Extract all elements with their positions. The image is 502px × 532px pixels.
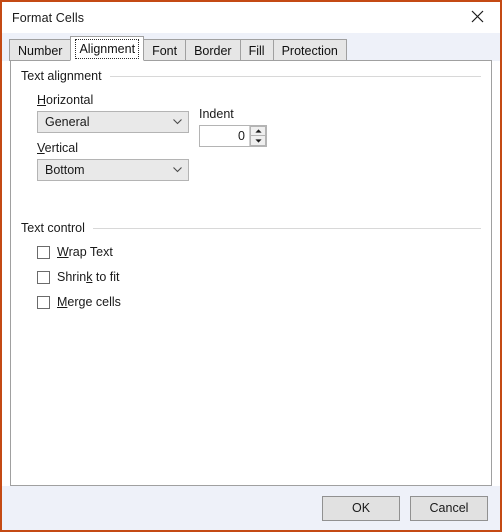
tab-font-label: Font xyxy=(152,43,178,58)
vertical-label-rest: ertical xyxy=(44,141,78,155)
tab-panel-alignment: Text alignment Horizontal General Vertic… xyxy=(10,60,492,486)
spinner-up-icon[interactable] xyxy=(250,126,266,136)
chevron-down-icon xyxy=(166,167,188,173)
checkbox-merge-cells-box[interactable] xyxy=(37,295,50,309)
label-post: erge cells xyxy=(67,295,121,309)
checkbox-shrink-to-fit-box[interactable] xyxy=(37,270,50,284)
group-text-alignment-header: Text alignment xyxy=(21,68,481,84)
horizontal-alignment-value: General xyxy=(45,115,90,129)
close-icon xyxy=(471,10,484,23)
dialog-footer: OK Cancel xyxy=(2,486,500,530)
checkbox-wrap-text-box[interactable] xyxy=(37,245,50,259)
format-cells-dialog: Format Cells Number Alignment Font Borde… xyxy=(0,0,502,532)
indent-value: 0 xyxy=(238,129,245,143)
page-title: Format Cells xyxy=(12,10,85,25)
label-pre: Shrin xyxy=(57,270,87,284)
vertical-alignment-select[interactable]: Bottom xyxy=(37,159,189,181)
vertical-label-accel: V xyxy=(37,141,45,155)
spinner-down-icon[interactable] xyxy=(250,136,266,146)
tab-protection-label: Protection xyxy=(281,43,338,58)
indent-stepper[interactable]: 0 xyxy=(199,125,267,147)
indent-label: Indent xyxy=(199,107,234,121)
tab-border-label: Border xyxy=(194,43,232,58)
indent-spin-buttons xyxy=(249,126,266,146)
tab-alignment-label: Alignment xyxy=(75,38,140,59)
chevron-down-icon xyxy=(166,119,188,125)
tab-strip: Number Alignment Font Border Fill Protec… xyxy=(2,36,500,61)
horizontal-label: Horizontal xyxy=(37,93,93,108)
group-divider xyxy=(92,227,481,229)
checkbox-wrap-text[interactable]: Wrap Text xyxy=(37,245,113,259)
tab-strip-area: Number Alignment Font Border Fill Protec… xyxy=(2,33,500,61)
vertical-alignment-value: Bottom xyxy=(45,163,85,177)
label-accel: W xyxy=(57,245,69,259)
group-divider xyxy=(109,75,481,77)
group-text-control: Text control xyxy=(21,220,481,236)
group-text-alignment: Text alignment xyxy=(21,68,481,84)
checkbox-shrink-to-fit[interactable]: Shrink to fit xyxy=(37,270,120,284)
tab-alignment[interactable]: Alignment xyxy=(70,36,145,61)
group-text-control-header: Text control xyxy=(21,220,481,236)
label-post: to fit xyxy=(92,270,120,284)
horizontal-label-accel: H xyxy=(37,93,47,107)
group-text-control-title: Text control xyxy=(21,221,85,235)
tab-fill[interactable]: Fill xyxy=(239,39,274,61)
title-bar: Format Cells xyxy=(2,2,500,33)
horizontal-label-rest: orizontal xyxy=(46,93,94,107)
checkbox-merge-cells-label: Merge cells xyxy=(57,295,121,309)
checkbox-shrink-to-fit-label: Shrink to fit xyxy=(57,270,120,284)
close-button[interactable] xyxy=(455,2,500,31)
checkbox-wrap-text-label: Wrap Text xyxy=(57,245,113,259)
cancel-button[interactable]: Cancel xyxy=(410,495,488,521)
tab-number-label: Number xyxy=(18,43,63,58)
tab-protection[interactable]: Protection xyxy=(272,39,347,61)
tab-fill-label: Fill xyxy=(248,43,265,58)
label-accel: M xyxy=(57,295,68,309)
group-text-alignment-title: Text alignment xyxy=(21,69,102,83)
tab-font[interactable]: Font xyxy=(143,39,187,61)
tab-border[interactable]: Border xyxy=(185,39,241,61)
tab-number[interactable]: Number xyxy=(9,39,72,61)
ok-button[interactable]: OK xyxy=(322,495,400,521)
label-post: rap Text xyxy=(68,245,113,259)
horizontal-alignment-select[interactable]: General xyxy=(37,111,189,133)
checkbox-merge-cells[interactable]: Merge cells xyxy=(37,295,121,309)
vertical-label: Vertical xyxy=(37,141,78,156)
